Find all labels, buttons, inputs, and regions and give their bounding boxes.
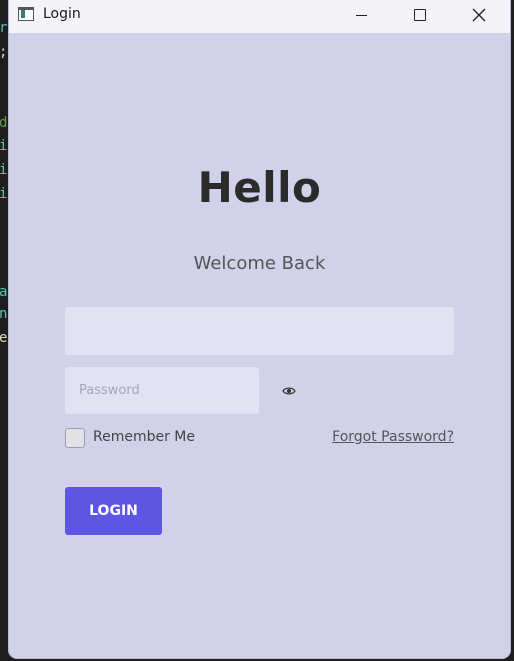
close-icon (472, 8, 486, 22)
title-bar: Login (9, 0, 510, 33)
page-subtitle: Welcome Back (193, 253, 326, 274)
eye-icon[interactable] (282, 384, 296, 398)
remember-me-label: Remember Me (93, 429, 195, 445)
login-window: Login Hello Welcome Back Remember Me For… (9, 0, 510, 658)
login-button[interactable]: LOGIN (65, 487, 162, 535)
minimize-button[interactable] (332, 0, 390, 30)
login-form: Hello Welcome Back Remember Me Forgot Pa… (9, 33, 510, 658)
page-title: Hello (197, 163, 322, 212)
app-icon (18, 7, 34, 21)
maximize-button[interactable] (391, 0, 449, 30)
password-field[interactable] (65, 367, 259, 414)
window-title: Login (43, 6, 81, 22)
username-field[interactable] (65, 307, 454, 355)
forgot-password-link[interactable]: Forgot Password? (332, 429, 454, 445)
minimize-icon (355, 14, 367, 16)
maximize-icon (414, 9, 426, 21)
remember-me-checkbox[interactable] (65, 428, 85, 448)
close-button[interactable] (450, 0, 508, 30)
